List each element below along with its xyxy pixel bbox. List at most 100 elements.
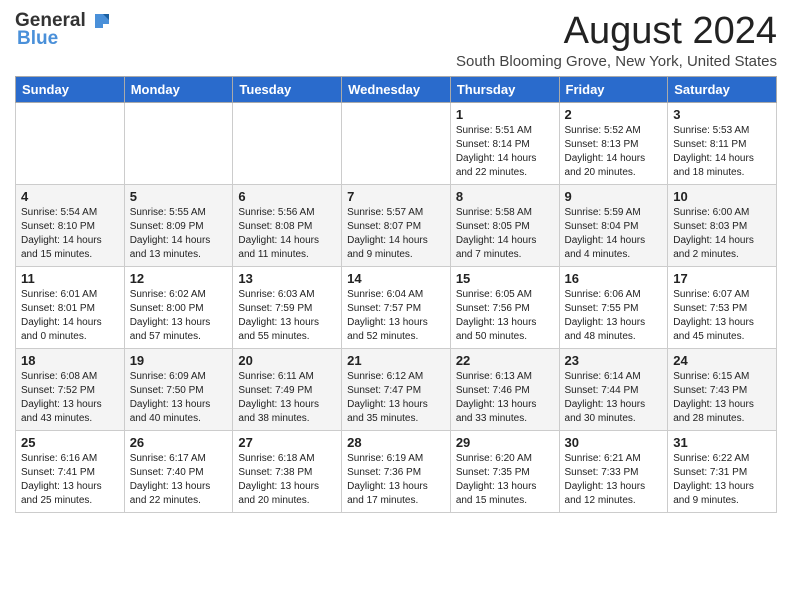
- day-number: 24: [673, 353, 771, 368]
- day-info: Sunrise: 5:54 AM Sunset: 8:10 PM Dayligh…: [21, 206, 119, 262]
- calendar-cell: 24 Sunrise: 6:15 AM Sunset: 7:43 PM Dayli…: [668, 349, 777, 431]
- day-number: 31: [673, 435, 771, 450]
- month-title: August 2024: [456, 10, 777, 53]
- day-number: 3: [673, 107, 771, 122]
- calendar-cell: 8 Sunrise: 5:58 AM Sunset: 8:05 PM Daylig…: [450, 185, 559, 267]
- day-number: 12: [130, 271, 228, 286]
- week-row-4: 18 Sunrise: 6:08 AM Sunset: 7:52 PM Dayli…: [16, 349, 777, 431]
- day-number: 16: [565, 271, 663, 286]
- day-info: Sunrise: 5:51 AM Sunset: 8:14 PM Dayligh…: [456, 124, 554, 180]
- day-info: Sunrise: 5:56 AM Sunset: 8:08 PM Dayligh…: [238, 206, 336, 262]
- day-number: 18: [21, 353, 119, 368]
- calendar-cell: 19 Sunrise: 6:09 AM Sunset: 7:50 PM Dayli…: [124, 349, 233, 431]
- day-number: 13: [238, 271, 336, 286]
- day-info: Sunrise: 6:15 AM Sunset: 7:43 PM Dayligh…: [673, 370, 771, 426]
- day-number: 1: [456, 107, 554, 122]
- day-info: Sunrise: 6:21 AM Sunset: 7:33 PM Dayligh…: [565, 452, 663, 508]
- day-info: Sunrise: 5:52 AM Sunset: 8:13 PM Dayligh…: [565, 124, 663, 180]
- calendar-cell: 11 Sunrise: 6:01 AM Sunset: 8:01 PM Dayli…: [16, 267, 125, 349]
- day-info: Sunrise: 6:13 AM Sunset: 7:46 PM Dayligh…: [456, 370, 554, 426]
- calendar-cell: 3 Sunrise: 5:53 AM Sunset: 8:11 PM Daylig…: [668, 103, 777, 185]
- day-info: Sunrise: 6:01 AM Sunset: 8:01 PM Dayligh…: [21, 288, 119, 344]
- day-number: 25: [21, 435, 119, 450]
- day-info: Sunrise: 5:53 AM Sunset: 8:11 PM Dayligh…: [673, 124, 771, 180]
- day-number: 5: [130, 189, 228, 204]
- day-number: 15: [456, 271, 554, 286]
- day-info: Sunrise: 6:18 AM Sunset: 7:38 PM Dayligh…: [238, 452, 336, 508]
- calendar-cell: 22Sunrise: 6:13 AM Sunset: 7:46 PM Dayli…: [450, 349, 559, 431]
- day-number: 20: [238, 353, 336, 368]
- day-info: Sunrise: 6:11 AM Sunset: 7:49 PM Dayligh…: [238, 370, 336, 426]
- weekday-header-wednesday: Wednesday: [342, 77, 451, 103]
- logo: General Blue: [15, 10, 111, 50]
- day-info: Sunrise: 6:09 AM Sunset: 7:50 PM Dayligh…: [130, 370, 228, 426]
- day-info: Sunrise: 5:55 AM Sunset: 8:09 PM Dayligh…: [130, 206, 228, 262]
- day-number: 26: [130, 435, 228, 450]
- weekday-header-row: SundayMondayTuesdayWednesdayThursdayFrid…: [16, 77, 777, 103]
- calendar-cell: 21Sunrise: 6:12 AM Sunset: 7:47 PM Dayli…: [342, 349, 451, 431]
- day-info: Sunrise: 6:07 AM Sunset: 7:53 PM Dayligh…: [673, 288, 771, 344]
- day-number: 8: [456, 189, 554, 204]
- day-info: Sunrise: 6:06 AM Sunset: 7:55 PM Dayligh…: [565, 288, 663, 344]
- calendar-cell: [16, 103, 125, 185]
- day-number: 29: [456, 435, 554, 450]
- calendar-cell: [233, 103, 342, 185]
- day-info: Sunrise: 6:08 AM Sunset: 7:52 PM Dayligh…: [21, 370, 119, 426]
- calendar-cell: 15Sunrise: 6:05 AM Sunset: 7:56 PM Dayli…: [450, 267, 559, 349]
- day-number: 4: [21, 189, 119, 204]
- day-info: Sunrise: 6:22 AM Sunset: 7:31 PM Dayligh…: [673, 452, 771, 508]
- day-number: 14: [347, 271, 445, 286]
- calendar-cell: 1 Sunrise: 5:51 AM Sunset: 8:14 PM Daylig…: [450, 103, 559, 185]
- calendar-cell: 14 Sunrise: 6:04 AM Sunset: 7:57 PM Dayli…: [342, 267, 451, 349]
- weekday-header-monday: Monday: [124, 77, 233, 103]
- calendar-cell: 30 Sunrise: 6:21 AM Sunset: 7:33 PM Dayli…: [559, 431, 668, 513]
- day-number: 28: [347, 435, 445, 450]
- calendar-cell: 25 Sunrise: 6:16 AM Sunset: 7:41 PM Dayli…: [16, 431, 125, 513]
- day-number: 7: [347, 189, 445, 204]
- day-number: 2: [565, 107, 663, 122]
- calendar-cell: 29Sunrise: 6:20 AM Sunset: 7:35 PM Dayli…: [450, 431, 559, 513]
- day-info: Sunrise: 6:03 AM Sunset: 7:59 PM Dayligh…: [238, 288, 336, 344]
- weekday-header-tuesday: Tuesday: [233, 77, 342, 103]
- day-info: Sunrise: 6:12 AM Sunset: 7:47 PM Dayligh…: [347, 370, 445, 426]
- day-info: Sunrise: 5:59 AM Sunset: 8:04 PM Dayligh…: [565, 206, 663, 262]
- day-number: 23: [565, 353, 663, 368]
- day-info: Sunrise: 6:00 AM Sunset: 8:03 PM Dayligh…: [673, 206, 771, 262]
- day-number: 11: [21, 271, 119, 286]
- calendar-table: SundayMondayTuesdayWednesdayThursdayFrid…: [15, 76, 777, 513]
- calendar-cell: 9 Sunrise: 5:59 AM Sunset: 8:04 PM Daylig…: [559, 185, 668, 267]
- week-row-2: 4 Sunrise: 5:54 AM Sunset: 8:10 PM Daylig…: [16, 185, 777, 267]
- day-info: Sunrise: 5:57 AM Sunset: 8:07 PM Dayligh…: [347, 206, 445, 262]
- calendar-cell: 6Sunrise: 5:56 AM Sunset: 8:08 PM Daylig…: [233, 185, 342, 267]
- day-number: 19: [130, 353, 228, 368]
- day-info: Sunrise: 6:04 AM Sunset: 7:57 PM Dayligh…: [347, 288, 445, 344]
- day-info: Sunrise: 6:19 AM Sunset: 7:36 PM Dayligh…: [347, 452, 445, 508]
- weekday-header-thursday: Thursday: [450, 77, 559, 103]
- day-info: Sunrise: 6:16 AM Sunset: 7:41 PM Dayligh…: [21, 452, 119, 508]
- day-number: 30: [565, 435, 663, 450]
- calendar-cell: 16 Sunrise: 6:06 AM Sunset: 7:55 PM Dayli…: [559, 267, 668, 349]
- calendar-cell: 18 Sunrise: 6:08 AM Sunset: 7:52 PM Dayli…: [16, 349, 125, 431]
- calendar-cell: 26 Sunrise: 6:17 AM Sunset: 7:40 PM Dayli…: [124, 431, 233, 513]
- calendar-cell: 23Sunrise: 6:14 AM Sunset: 7:44 PM Dayli…: [559, 349, 668, 431]
- weekday-header-sunday: Sunday: [16, 77, 125, 103]
- calendar-cell: 7 Sunrise: 5:57 AM Sunset: 8:07 PM Daylig…: [342, 185, 451, 267]
- day-number: 9: [565, 189, 663, 204]
- calendar-cell: [342, 103, 451, 185]
- calendar-cell: 12 Sunrise: 6:02 AM Sunset: 8:00 PM Dayli…: [124, 267, 233, 349]
- calendar-cell: 2 Sunrise: 5:52 AM Sunset: 8:13 PM Daylig…: [559, 103, 668, 185]
- header: General Blue August 2024 South Blooming …: [15, 10, 777, 70]
- calendar-cell: 13 Sunrise: 6:03 AM Sunset: 7:59 PM Dayli…: [233, 267, 342, 349]
- logo-blue-text: Blue: [17, 28, 58, 50]
- day-info: Sunrise: 6:02 AM Sunset: 8:00 PM Dayligh…: [130, 288, 228, 344]
- calendar-cell: [124, 103, 233, 185]
- weekday-header-friday: Friday: [559, 77, 668, 103]
- day-info: Sunrise: 6:17 AM Sunset: 7:40 PM Dayligh…: [130, 452, 228, 508]
- calendar-cell: 5 Sunrise: 5:55 AM Sunset: 8:09 PM Daylig…: [124, 185, 233, 267]
- day-info: Sunrise: 5:58 AM Sunset: 8:05 PM Dayligh…: [456, 206, 554, 262]
- calendar-cell: 20 Sunrise: 6:11 AM Sunset: 7:49 PM Dayli…: [233, 349, 342, 431]
- logo-icon: [89, 12, 111, 30]
- calendar-cell: 17Sunrise: 6:07 AM Sunset: 7:53 PM Dayli…: [668, 267, 777, 349]
- calendar-cell: 4 Sunrise: 5:54 AM Sunset: 8:10 PM Daylig…: [16, 185, 125, 267]
- day-number: 27: [238, 435, 336, 450]
